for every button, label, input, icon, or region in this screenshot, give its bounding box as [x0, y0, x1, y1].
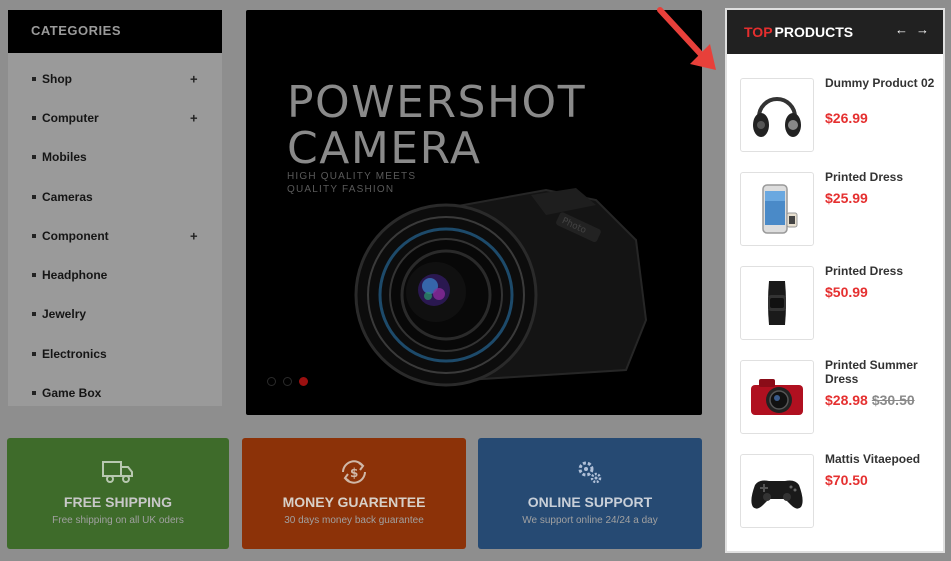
categories-panel: CATEGORIES Shop + Computer + Mobiles Cam… [8, 10, 222, 406]
smartphone-watch-image [762, 184, 798, 234]
feature-free-shipping[interactable]: FREE SHIPPING Free shipping on all UK od… [7, 438, 229, 549]
top-products-widget: TOP PRODUCTS ← → Dummy Product 02 $26.99 [725, 8, 945, 553]
categories-list: Shop + Computer + Mobiles Cameras Compon… [8, 53, 222, 413]
feature-description: We support online 24/24 a day [522, 515, 658, 526]
dollar-cycle-icon: $ [342, 460, 366, 484]
bullet-icon [32, 194, 36, 199]
category-label: Headphone [42, 268, 108, 283]
category-item-cameras[interactable]: Cameras [8, 177, 222, 216]
product-price-group: $28.98 $30.50 [825, 392, 915, 410]
expand-plus-icon[interactable]: + [190, 71, 198, 86]
product-name[interactable]: Printed Summer Dress [825, 358, 937, 386]
top-products-title-accent: TOP [744, 24, 773, 40]
categories-title: CATEGORIES [8, 10, 222, 53]
product-price: $25.99 [825, 190, 868, 206]
product-name[interactable]: Mattis Vitaepoed [825, 452, 937, 466]
gamepad-image [751, 480, 803, 509]
bullet-icon [32, 76, 36, 81]
product-price: $28.98 [825, 392, 868, 408]
category-label: Mobiles [42, 150, 87, 165]
arrow-left-icon[interactable]: ← [895, 22, 908, 37]
product-price-group: $25.99 [825, 190, 868, 208]
category-item-computer[interactable]: Computer + [8, 98, 222, 137]
bullet-icon [32, 273, 36, 278]
product-price-group: $70.50 [825, 472, 868, 490]
category-label: Computer [42, 110, 99, 125]
expand-plus-icon[interactable]: + [190, 228, 198, 243]
product-name[interactable]: Dummy Product 02 [825, 76, 937, 90]
category-item-electronics[interactable]: Electronics [8, 334, 222, 373]
headphones-image [753, 97, 801, 137]
fitness-band-image [768, 281, 786, 325]
bullet-icon [32, 391, 36, 396]
bullet-icon [32, 351, 36, 356]
bullet-icon [32, 155, 36, 160]
product-name[interactable]: Printed Dress [825, 264, 937, 278]
product-item[interactable]: Dummy Product 02 $26.99 [727, 76, 943, 170]
product-item[interactable]: Mattis Vitaepoed $70.50 [727, 452, 943, 546]
feature-money-guarantee[interactable]: $ MONEY GUARENTEE 30 days money back gua… [242, 438, 466, 549]
product-name[interactable]: Printed Dress [825, 170, 937, 184]
top-products-nav: ← → [895, 22, 929, 37]
product-price-group: $26.99 [825, 110, 868, 128]
category-item-game-box[interactable]: Game Box [8, 373, 222, 412]
feature-title: ONLINE SUPPORT [527, 494, 653, 510]
category-item-jewelry[interactable]: Jewelry [8, 295, 222, 334]
slider-dot-2[interactable] [283, 377, 292, 386]
product-thumbnail[interactable] [740, 78, 814, 152]
annotation-arrow-icon [657, 7, 716, 70]
product-price: $70.50 [825, 472, 868, 488]
category-label: Electronics [42, 346, 107, 361]
slider-dot-3-active[interactable] [299, 377, 308, 386]
banner-title: POWERSHOT CAMERA [287, 77, 587, 174]
bullet-icon [32, 233, 36, 238]
category-item-shop[interactable]: Shop + [8, 59, 222, 98]
product-old-price: $30.50 [871, 392, 915, 408]
product-thumbnail[interactable] [740, 360, 814, 434]
bullet-icon [32, 115, 36, 120]
category-item-component[interactable]: Component + [8, 216, 222, 255]
category-item-headphone[interactable]: Headphone [8, 255, 222, 294]
feature-title: FREE SHIPPING [63, 494, 173, 510]
slider-dots [267, 377, 308, 386]
red-camera-image [751, 379, 803, 415]
category-label: Cameras [42, 189, 93, 204]
top-products-header: TOP PRODUCTS ← → [727, 10, 943, 54]
product-price-group: $50.99 [825, 284, 868, 302]
category-label: Jewelry [42, 307, 87, 322]
feature-online-support[interactable]: ONLINE SUPPORT We support online 24/24 a… [478, 438, 702, 549]
feature-description: Free shipping on all UK oders [52, 515, 184, 526]
feature-description: 30 days money back guarantee [284, 515, 424, 526]
product-price: $26.99 [825, 110, 868, 126]
svg-text:$: $ [350, 466, 358, 480]
product-thumbnail[interactable] [740, 454, 814, 528]
product-item[interactable]: Printed Dress $25.99 [727, 170, 943, 264]
category-item-mobiles[interactable]: Mobiles [8, 138, 222, 177]
gears-icon [578, 461, 602, 484]
expand-plus-icon[interactable]: + [190, 110, 198, 125]
product-thumbnail[interactable] [740, 266, 814, 340]
product-price: $50.99 [825, 284, 868, 300]
category-label: Component [42, 228, 109, 243]
slider-dot-1[interactable] [267, 377, 276, 386]
top-products-list: Dummy Product 02 $26.99 Printed Dress $2… [727, 54, 943, 546]
arrow-right-icon[interactable]: → [916, 22, 929, 37]
hero-banner[interactable]: POWERSHOT CAMERA HIGH QUALITY MEETS QUAL… [246, 10, 702, 415]
product-thumbnail[interactable] [740, 172, 814, 246]
product-item[interactable]: Printed Summer Dress $28.98 $30.50 [727, 358, 943, 452]
top-products-title: PRODUCTS [774, 24, 854, 40]
truck-icon [102, 461, 133, 483]
camera-image: Photo [354, 188, 648, 387]
category-label: Shop [42, 71, 72, 86]
category-label: Game Box [42, 386, 102, 401]
product-item[interactable]: Printed Dress $50.99 [727, 264, 943, 358]
bullet-icon [32, 312, 36, 317]
feature-title: MONEY GUARENTEE [282, 494, 426, 510]
